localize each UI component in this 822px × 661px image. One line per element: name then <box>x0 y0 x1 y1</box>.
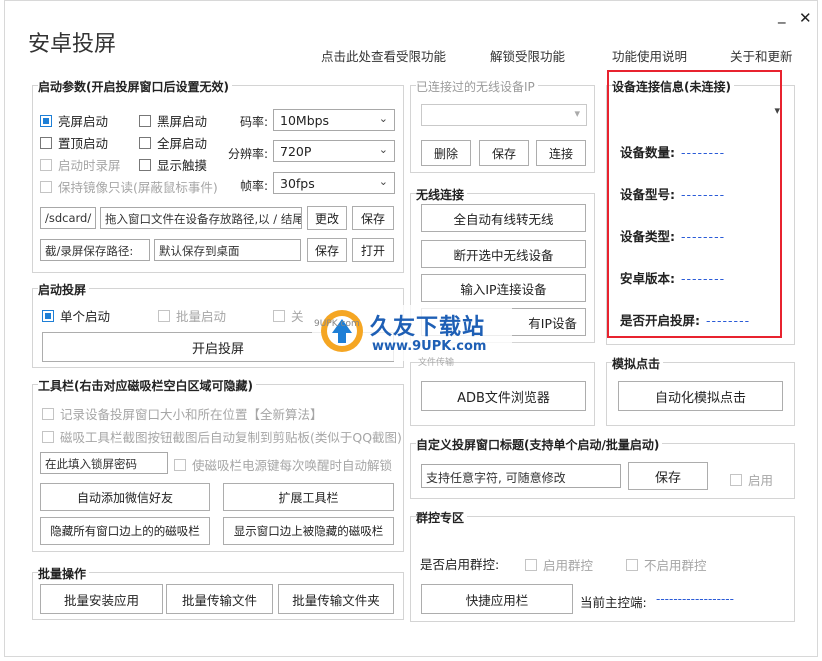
toolbar-title: 工具栏(右击对应磁吸栏空白区域可隐藏) <box>38 377 256 394</box>
save-ip-button[interactable]: 保存 <box>479 140 529 166</box>
save-path-button[interactable]: 保存 <box>352 206 394 230</box>
auto-sim-click-button[interactable]: 自动化模拟点击 <box>618 381 783 411</box>
bright-start-checkbox[interactable]: 亮屏启动 <box>40 111 108 130</box>
adb-browser-button[interactable]: ADB文件浏览器 <box>421 381 586 411</box>
batch-title: 批量操作 <box>38 565 90 582</box>
show-touch-checkbox[interactable]: 显示触摸 <box>139 155 207 174</box>
master-value: ------------------ <box>656 592 734 606</box>
record-window-checkbox[interactable]: 记录设备投屏窗口大小和所在位置【全新算法】 <box>42 404 323 423</box>
unlock-features-link[interactable]: 解锁受限功能 <box>490 46 565 65</box>
framerate-label: 帧率: <box>240 179 269 193</box>
capture-path-label: 截/录屏保存路径: <box>40 239 150 261</box>
chevron-down-icon: ⌄ <box>378 112 388 125</box>
add-wechat-button[interactable]: 自动添加微信好友 <box>40 483 210 511</box>
fullscreen-start-checkbox[interactable]: 全屏启动 <box>139 133 207 152</box>
batch-folder-button[interactable]: 批量传输文件夹 <box>278 584 394 614</box>
watermark-tag: 文件传输 <box>418 358 455 368</box>
checkbox-box <box>158 309 170 322</box>
wireless-title: 无线连接 <box>416 186 468 203</box>
bitrate-label: 码率: <box>240 115 269 129</box>
wireless-history-title: 已连接过的无线设备IP <box>416 78 538 95</box>
connect-ip-button[interactable]: 连接 <box>536 140 586 166</box>
checkbox-box <box>40 136 52 149</box>
capture-path-input[interactable]: 默认保存到桌面 <box>154 239 301 261</box>
checkbox-box <box>139 136 151 149</box>
group-control-title: 群控专区 <box>416 509 468 526</box>
batch-launch-checkbox[interactable]: 批量启动 <box>158 306 226 325</box>
capture-save-button[interactable]: 保存 <box>307 238 347 262</box>
top-start-checkbox[interactable]: 置顶启动 <box>40 133 108 152</box>
bitrate-select[interactable]: 10Mbps ⌄ <box>273 109 395 131</box>
disconnect-wireless-button[interactable]: 断开选中无线设备 <box>421 240 586 268</box>
launch-title: 启动投屏 <box>38 281 90 298</box>
startup-params-title: 启动参数(开启投屏窗口后设置无效) <box>38 78 232 95</box>
minimize-icon[interactable]: _ <box>778 6 786 24</box>
master-label: 当前主控端: <box>580 595 647 610</box>
resolution-label: 分辨率: <box>228 147 269 161</box>
checkbox-box <box>273 309 285 322</box>
checkbox-box <box>730 473 742 486</box>
hide-dock-button[interactable]: 隐藏所有窗口边上的的磁吸栏 <box>40 517 210 545</box>
chevron-down-icon: ▾ <box>574 107 580 120</box>
watermark-sub: 9UPK.com <box>314 319 360 329</box>
wireless-ip-select[interactable]: ▾ <box>421 104 587 126</box>
watermark-url: www.9UPK.com <box>372 339 487 354</box>
readonly-mirror-checkbox[interactable]: 保持镜像只读(屏蔽鼠标事件) <box>40 177 218 196</box>
auto-unlock-checkbox[interactable]: 使磁吸栏电源键每次唤醒时自动解锁 <box>174 455 392 474</box>
watermark-logo-icon <box>321 310 363 352</box>
checkbox-box <box>139 114 151 127</box>
checkbox-box <box>40 114 52 127</box>
custom-title-enable-checkbox[interactable]: 启用 <box>730 470 773 489</box>
checkbox-box <box>42 430 54 443</box>
checkbox-box <box>525 558 537 571</box>
show-dock-button[interactable]: 显示窗口边上被隐藏的磁吸栏 <box>223 517 394 545</box>
auto-copy-screenshot-checkbox[interactable]: 磁吸工具栏截图按钮截图后自动复制到剪贴板(类似于QQ截图) <box>42 427 402 446</box>
quick-app-bar-button[interactable]: 快捷应用栏 <box>421 584 573 614</box>
group-control-question: 是否启用群控: <box>420 557 500 572</box>
help-link[interactable]: 功能使用说明 <box>612 46 687 65</box>
record-on-start-checkbox[interactable]: 启动时录屏 <box>40 155 121 174</box>
app-title: 安卓投屏 <box>28 32 117 57</box>
auto-wired-to-wireless-button[interactable]: 全自动有线转无线 <box>421 204 586 232</box>
checkbox-box <box>40 180 52 193</box>
watermark: 9UPK.com 久友下载站 www.9UPK.com 文件传输 <box>312 305 512 368</box>
capture-open-button[interactable]: 打开 <box>352 238 394 262</box>
checkbox-box <box>174 458 186 471</box>
lock-password-input[interactable]: 在此填入锁屏密码 <box>40 452 168 474</box>
checkbox-box <box>626 558 638 571</box>
batch-install-button[interactable]: 批量安装应用 <box>40 584 163 614</box>
batch-files-button[interactable]: 批量传输文件 <box>166 584 273 614</box>
disable-group-control-checkbox[interactable]: 不启用群控 <box>626 555 707 574</box>
chevron-down-icon: ⌄ <box>378 175 388 188</box>
checkbox-box <box>42 407 54 420</box>
checkbox-box <box>40 158 52 171</box>
checkbox-box <box>42 309 54 322</box>
custom-title-title: 自定义投屏窗口标题(支持单个启动/批量启动) <box>416 436 663 453</box>
about-update-link[interactable]: 关于和更新 <box>730 46 793 65</box>
chevron-down-icon: ⌄ <box>378 143 388 156</box>
black-start-checkbox[interactable]: 黑屏启动 <box>139 111 207 130</box>
framerate-select[interactable]: 30fps ⌄ <box>273 172 395 194</box>
extend-toolbar-button[interactable]: 扩展工具栏 <box>223 483 394 511</box>
connect-by-ip-button[interactable]: 输入IP连接设备 <box>421 274 586 302</box>
checkbox-box <box>139 158 151 171</box>
close-icon[interactable]: ✕ <box>799 9 812 27</box>
delete-ip-button[interactable]: 删除 <box>421 140 471 166</box>
drag-path-input[interactable]: 拖入窗口文件在设备存放路径,以 / 结尾 <box>100 207 302 229</box>
custom-title-save-button[interactable]: 保存 <box>628 462 708 490</box>
sdcard-path-input[interactable]: /sdcard/ <box>40 207 96 229</box>
resolution-select[interactable]: 720P ⌄ <box>273 140 395 162</box>
custom-title-input[interactable]: 支持任意字符, 可随意修改 <box>421 464 621 488</box>
modify-path-button[interactable]: 更改 <box>307 206 347 230</box>
watermark-name: 久友下载站 <box>370 315 486 340</box>
enable-group-control-checkbox[interactable]: 启用群控 <box>525 555 593 574</box>
highlight-box <box>607 70 782 338</box>
single-launch-checkbox[interactable]: 单个启动 <box>42 306 110 325</box>
third-launch-checkbox[interactable]: 关 <box>273 306 304 325</box>
sim-click-title: 模拟点击 <box>612 355 664 372</box>
restricted-features-link[interactable]: 点击此处查看受限功能 <box>321 46 446 65</box>
